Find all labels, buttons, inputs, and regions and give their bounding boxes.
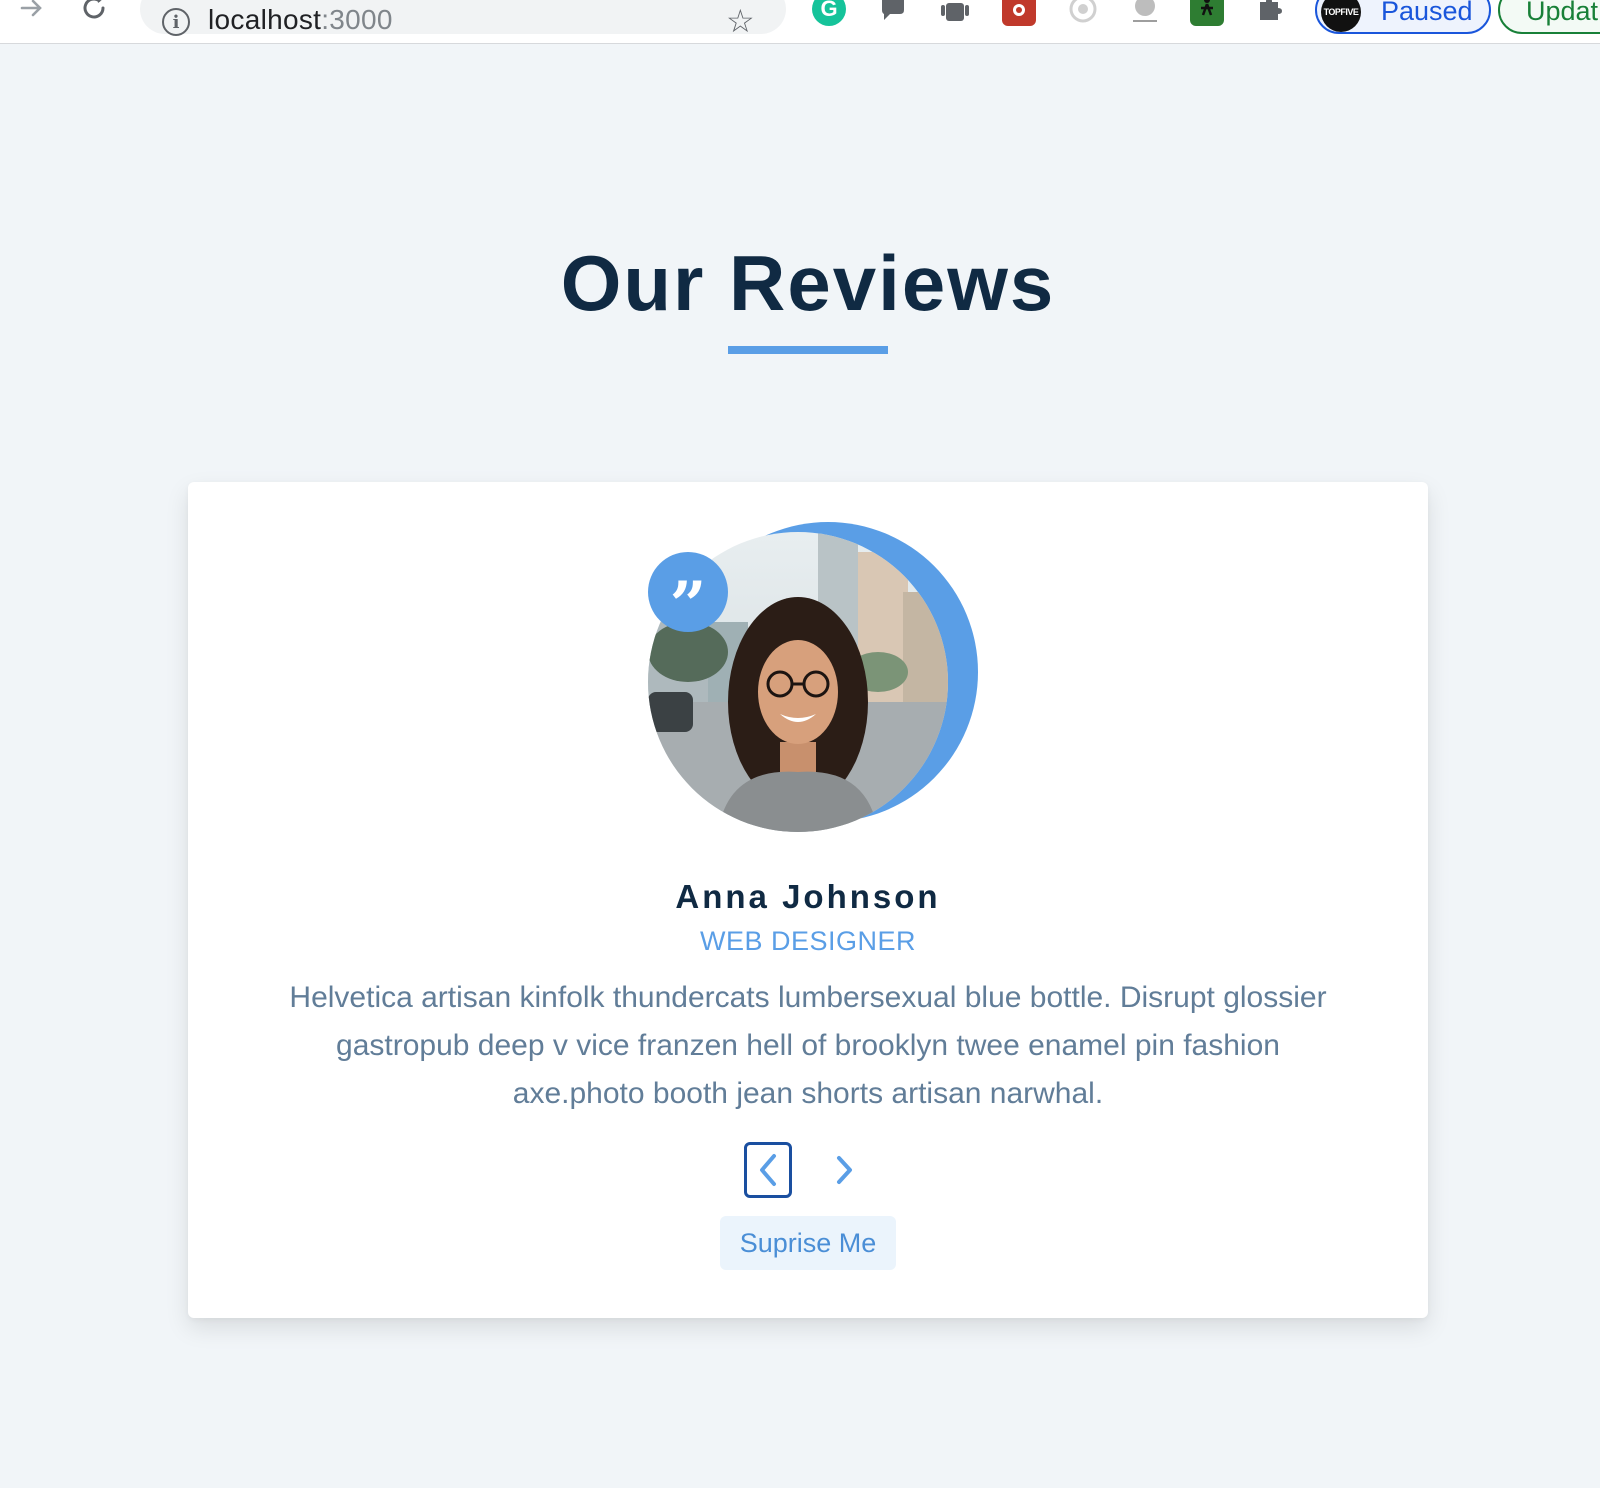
- chevron-right-icon: [837, 1156, 852, 1184]
- next-review-button[interactable]: [822, 1144, 866, 1196]
- reviewer-name: Anna Johnson: [675, 878, 941, 915]
- prev-review-button[interactable]: [744, 1142, 792, 1198]
- bookmark-star-icon[interactable]: ☆: [726, 2, 755, 40]
- music-icon[interactable]: [1128, 0, 1162, 26]
- forward-arrow-icon: [20, 0, 42, 17]
- grammarly-icon[interactable]: G: [812, 0, 846, 26]
- review-card: ” Anna Johnson WEB DESIGNER Helvetica ar…: [188, 482, 1428, 1318]
- reload-icon: [83, 0, 105, 19]
- reload-button[interactable]: [72, 0, 116, 30]
- person-image-container: ”: [648, 522, 978, 842]
- address-bar[interactable]: i localhost:3000 ☆: [140, 0, 786, 39]
- android-icon[interactable]: [938, 0, 972, 26]
- browser-toolbar: i localhost:3000 ☆ G TOPFIVE Paused Upda…: [0, 0, 1600, 44]
- figure-icon[interactable]: [1190, 0, 1224, 26]
- url-text: localhost:3000: [208, 4, 393, 35]
- reviewer-job: WEB DESIGNER: [699, 926, 917, 956]
- quote-icon: ”: [648, 552, 728, 638]
- surprise-me-button[interactable]: Suprise Me: [720, 1216, 896, 1270]
- target-icon[interactable]: [1066, 0, 1100, 26]
- bug-icon[interactable]: [1002, 0, 1036, 26]
- puzzle-icon[interactable]: [1252, 0, 1286, 26]
- title-underline: [728, 346, 888, 354]
- page-title: Our Reviews: [560, 239, 1056, 327]
- update-button[interactable]: Updat: [1498, 0, 1600, 34]
- chat-bubble-icon[interactable]: [876, 0, 910, 26]
- review-text: Helvetica artisan kinfolk thundercats lu…: [289, 981, 1327, 1110]
- chevron-left-icon: [760, 1154, 776, 1186]
- profile-paused-button[interactable]: TOPFIVE Paused: [1315, 0, 1491, 34]
- forward-button[interactable]: [10, 0, 54, 30]
- site-info-icon[interactable]: i: [162, 8, 190, 36]
- update-label: Updat: [1526, 0, 1599, 26]
- profile-avatar: TOPFIVE: [1321, 0, 1361, 32]
- paused-label: Paused: [1381, 0, 1473, 26]
